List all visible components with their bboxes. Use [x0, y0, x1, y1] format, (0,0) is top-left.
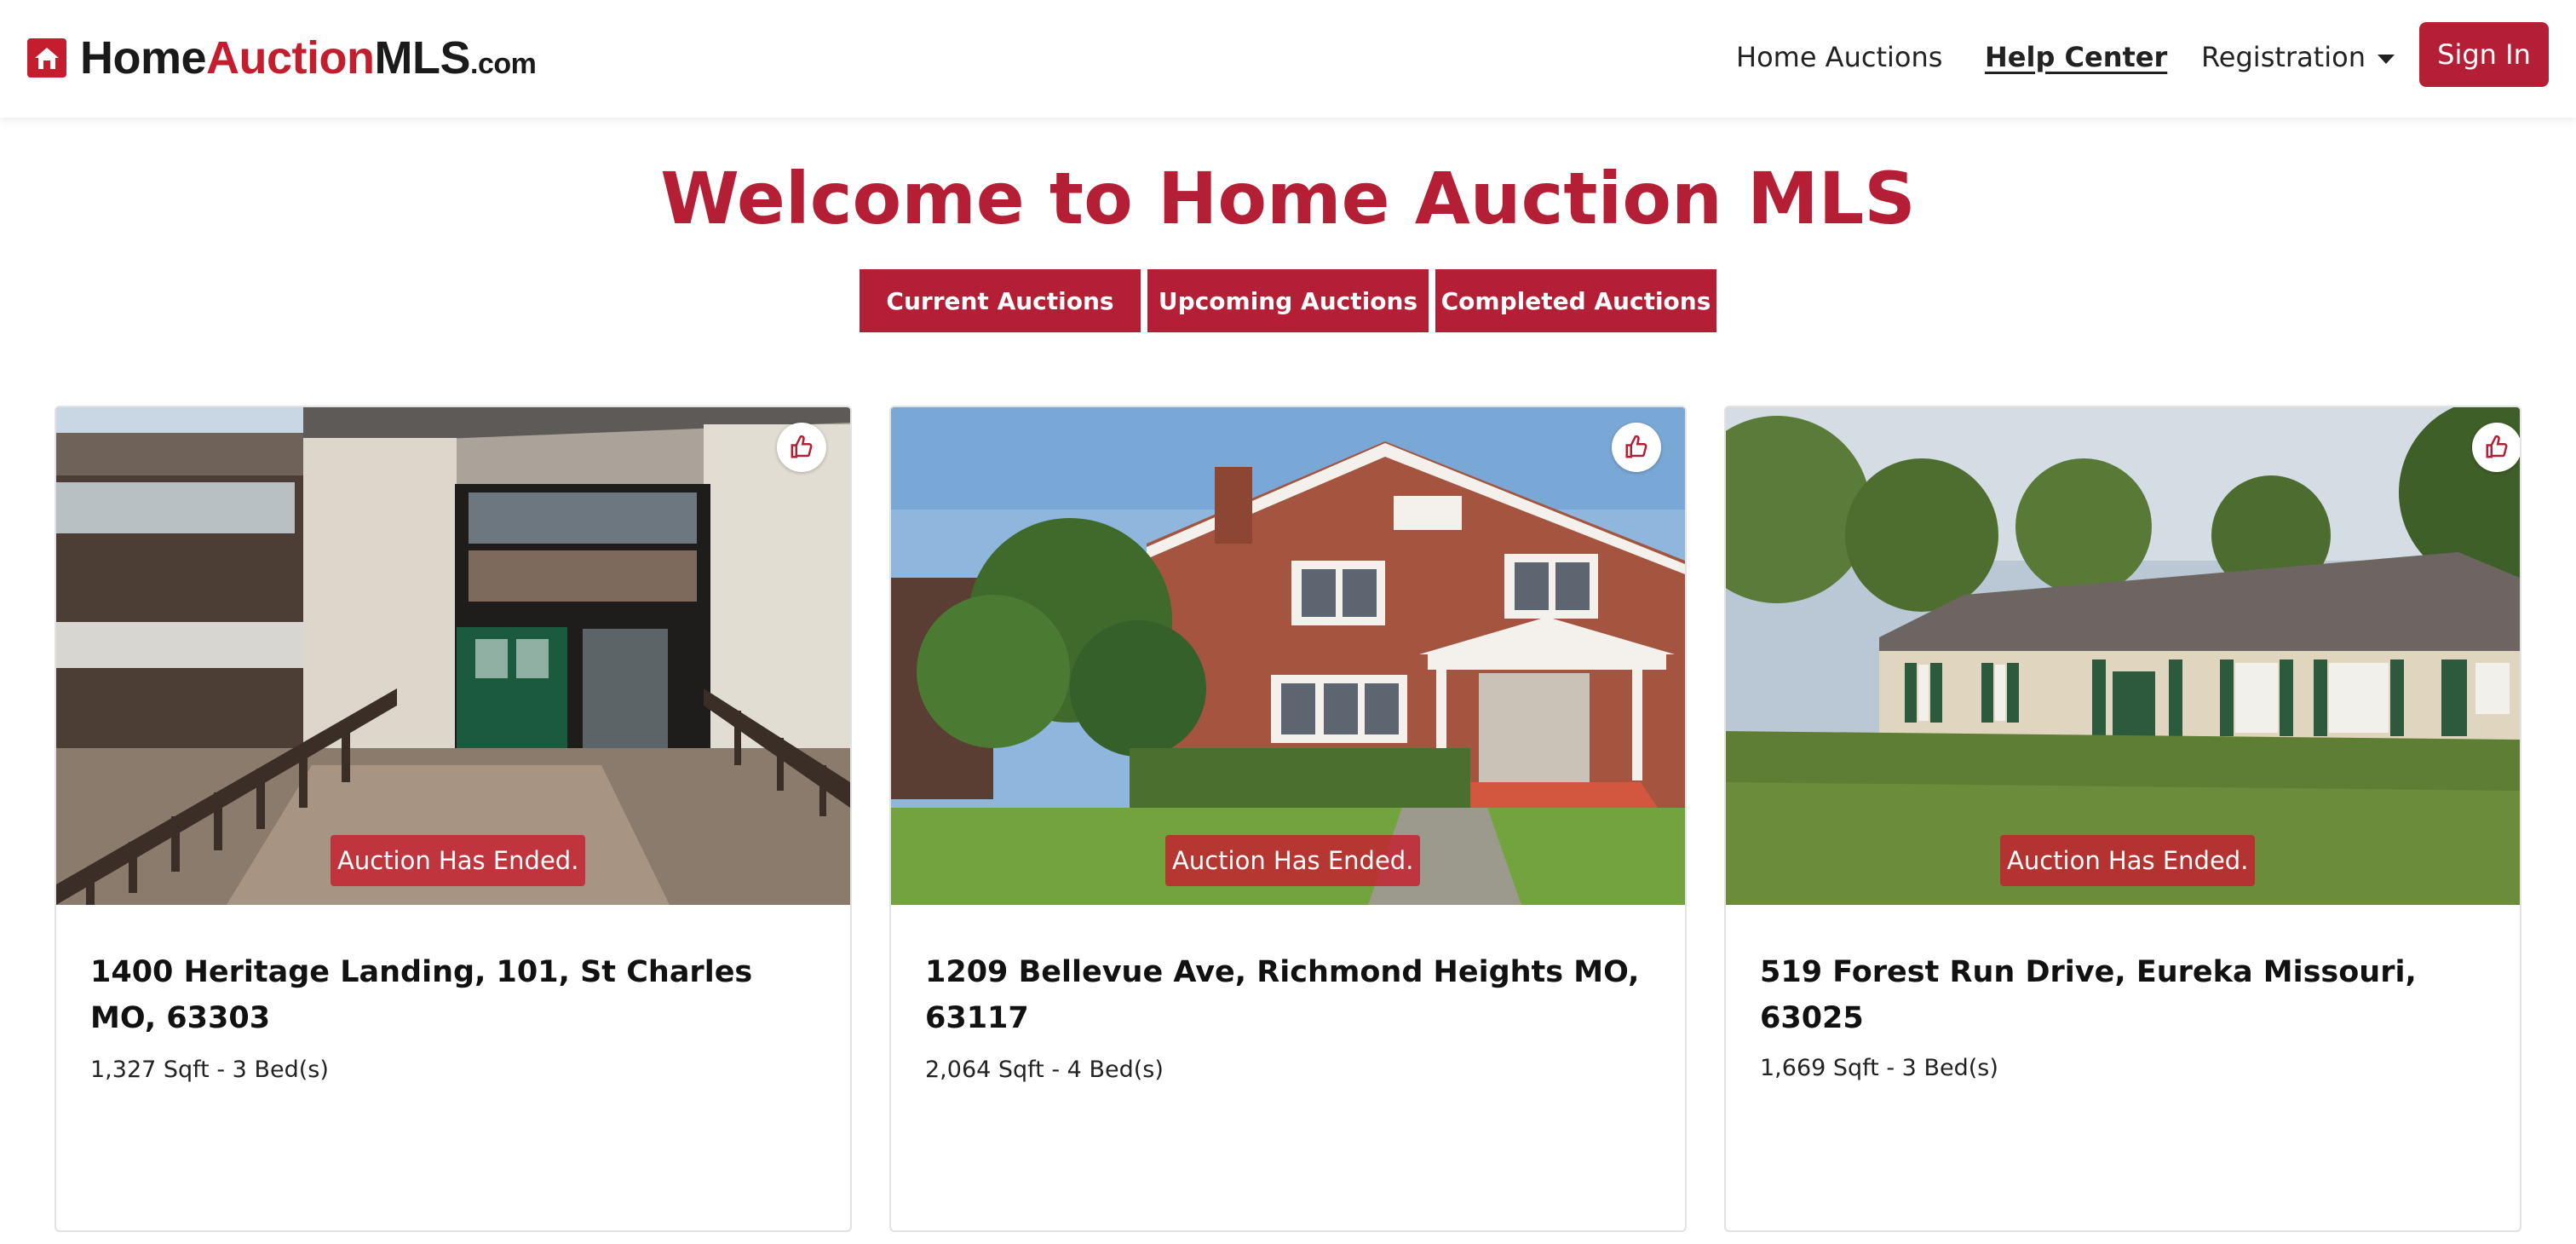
nav-registration-dropdown[interactable]: Registration: [2201, 41, 2395, 73]
listing-card[interactable]: Auction Has Ended. 1400 Heritage Landing…: [55, 406, 852, 1232]
logo-text-mls: MLS: [374, 32, 471, 84]
listing-card[interactable]: Auction Has Ended. 519 Forest Run Drive,…: [1724, 406, 2521, 1232]
nav-home-auctions[interactable]: Home Auctions: [1736, 41, 1942, 73]
listing-details: 2,064 Sqft - 4 Bed(s): [925, 1057, 1164, 1083]
logo-text-auction: Auction: [206, 32, 375, 84]
listing-details: 1,327 Sqft - 3 Bed(s): [90, 1057, 329, 1083]
thumbs-up-icon[interactable]: [1612, 423, 1661, 472]
page-title: Welcome to Home Auction MLS: [660, 157, 1916, 240]
condo-entrance-photo[interactable]: [56, 407, 850, 905]
status-badge: Auction Has Ended.: [1165, 835, 1421, 886]
tab-completed-auctions[interactable]: Completed Auctions: [1435, 269, 1716, 332]
tab-upcoming-auctions[interactable]: Upcoming Auctions: [1147, 269, 1429, 332]
nav-help-center[interactable]: Help Center: [1985, 41, 2167, 73]
home-logo-icon: [27, 38, 66, 78]
listing-card[interactable]: Auction Has Ended. 1209 Bellevue Ave, Ri…: [889, 406, 1687, 1232]
logo-text-home: Home: [80, 32, 207, 84]
listing-address[interactable]: 1400 Heritage Landing, 101, St Charles M…: [90, 949, 823, 1041]
tab-current-auctions[interactable]: Current Auctions: [860, 269, 1141, 332]
status-badge: Auction Has Ended.: [331, 835, 586, 886]
brick-house-photo[interactable]: [891, 407, 1685, 905]
ranch-house-photo[interactable]: [1726, 407, 2520, 905]
nav-registration-label: Registration: [2201, 41, 2366, 73]
sign-in-button[interactable]: Sign In: [2419, 22, 2549, 87]
thumbs-up-icon[interactable]: [2472, 423, 2520, 472]
status-badge: Auction Has Ended.: [2000, 835, 2256, 886]
listing-address[interactable]: 1209 Bellevue Ave, Richmond Heights MO, …: [925, 949, 1658, 1041]
site-logo[interactable]: HomeAuctionMLS.com: [27, 31, 537, 85]
listing-address[interactable]: 519 Forest Run Drive, Eureka Missouri, 6…: [1760, 949, 2493, 1041]
listing-details: 1,669 Sqft - 3 Bed(s): [1760, 1055, 1998, 1081]
thumbs-up-icon[interactable]: [777, 423, 826, 472]
chevron-down-icon: [2377, 54, 2395, 64]
logo-text-com: .com: [470, 48, 537, 80]
site-header: HomeAuctionMLS.com Home Auctions Help Ce…: [0, 0, 2576, 118]
